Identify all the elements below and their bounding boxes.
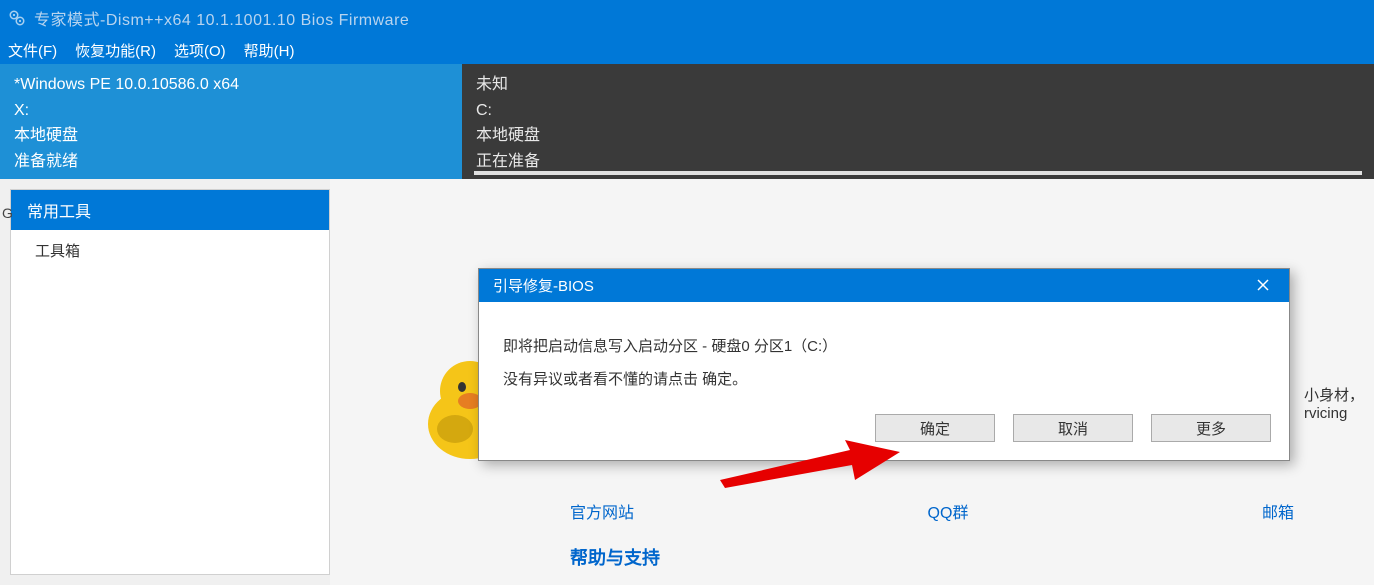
dialog-body: 即将把启动信息写入启动分区 - 硬盘0 分区1（C:） 没有异议或者看不懂的请点… (479, 302, 1289, 414)
dialog-title-text: 引导修复-BIOS (493, 275, 594, 296)
sidebar: 常用工具 工具箱 (10, 189, 330, 575)
drive-right-letter: C: (476, 98, 1360, 124)
title-bar: 专家模式-Dism++x64 10.1.1001.10 Bios Firmwar… (0, 0, 1374, 36)
menu-help[interactable]: 帮助(H) (244, 40, 295, 61)
window-title: 专家模式-Dism++x64 10.1.1001.10 Bios Firmwar… (34, 6, 409, 30)
sidebar-item-toolbox[interactable]: 工具箱 (11, 230, 329, 271)
drive-panel: *Windows PE 10.0.10586.0 x64 X: 本地硬盘 准备就… (0, 64, 1374, 179)
link-email[interactable]: 邮箱 (1262, 499, 1294, 523)
menu-options[interactable]: 选项(O) (174, 40, 226, 61)
drive-left-type: 本地硬盘 (14, 123, 448, 149)
drive-right-type: 本地硬盘 (476, 123, 1360, 149)
drive-info-right[interactable]: 未知 C: 本地硬盘 正在准备 (462, 64, 1374, 179)
menu-recovery[interactable]: 恢复功能(R) (75, 40, 156, 61)
drive-left-letter: X: (14, 98, 448, 124)
boot-repair-dialog: 引导修复-BIOS 即将把启动信息写入启动分区 - 硬盘0 分区1（C:） 没有… (478, 268, 1290, 461)
progress-bar (474, 171, 1362, 175)
dialog-title-bar: 引导修复-BIOS (479, 269, 1289, 302)
link-official-site[interactable]: 官方网站 (570, 499, 634, 523)
dialog-message-1: 即将把启动信息写入启动分区 - 硬盘0 分区1（C:） (503, 330, 1265, 363)
more-button[interactable]: 更多 (1151, 414, 1271, 442)
menu-bar: 文件(F) 恢复功能(R) 选项(O) 帮助(H) (0, 36, 1374, 64)
drive-left-os: *Windows PE 10.0.10586.0 x64 (14, 72, 448, 98)
dialog-message-2: 没有异议或者看不懂的请点击 确定。 (503, 363, 1265, 396)
dialog-buttons: 确定 取消 更多 (479, 414, 1289, 460)
app-window: 专家模式-Dism++x64 10.1.1001.10 Bios Firmwar… (0, 0, 1374, 585)
sidebar-header: 常用工具 (11, 190, 329, 230)
edge-letter: G (2, 205, 13, 221)
dialog-close-button[interactable] (1251, 275, 1275, 296)
drive-left-status: 准备就绪 (14, 149, 448, 175)
links-row: 官方网站 QQ群 邮箱 (570, 499, 1294, 523)
cancel-button[interactable]: 取消 (1013, 414, 1133, 442)
drive-info-left[interactable]: *Windows PE 10.0.10586.0 x64 X: 本地硬盘 准备就… (0, 64, 462, 179)
side-text: 小身材， rvicing (1304, 384, 1364, 422)
ok-button[interactable]: 确定 (875, 414, 995, 442)
help-support-heading: 帮助与支持 (570, 544, 660, 570)
drive-right-os: 未知 (476, 72, 1360, 98)
app-gear-icon (8, 9, 26, 27)
side-text-1: 小身材， (1304, 384, 1364, 405)
link-qq-group[interactable]: QQ群 (928, 499, 969, 523)
menu-file[interactable]: 文件(F) (8, 40, 57, 61)
side-text-2: rvicing (1304, 405, 1364, 422)
